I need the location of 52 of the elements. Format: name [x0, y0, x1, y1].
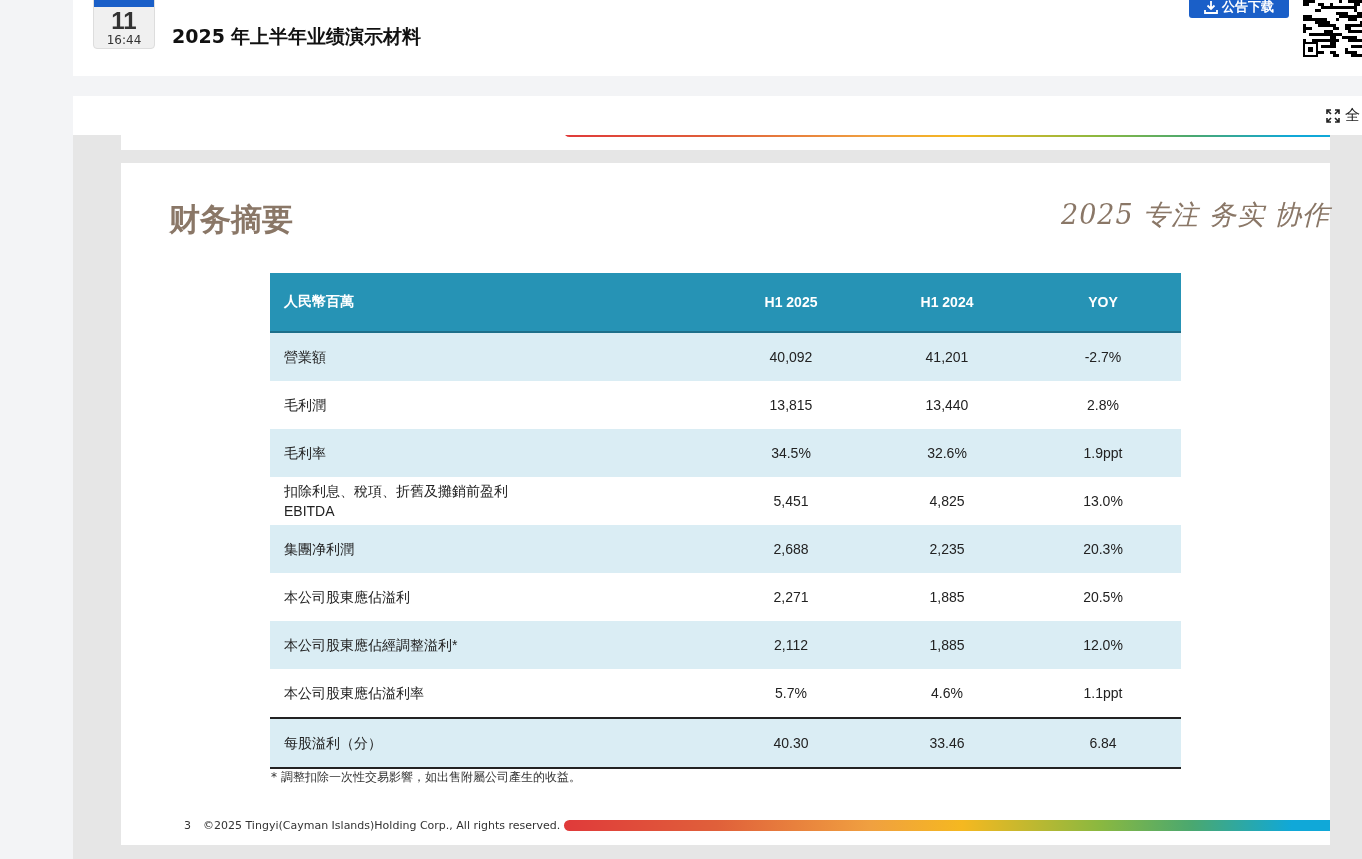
table-cell: 毛利潤: [270, 381, 713, 429]
table-cell: 41,201: [869, 332, 1025, 381]
table-cell: 33.46: [869, 718, 1025, 768]
table-cell: 營業額: [270, 332, 713, 381]
table-cell: 12.0%: [1025, 621, 1181, 669]
table-cell: 6.84: [1025, 718, 1181, 768]
column-header: H1 2024: [869, 273, 1025, 332]
table-cell: 32.6%: [869, 429, 1025, 477]
copyright-text: ©2025 Tingyi(Cayman Islands)Holding Corp., All rights reserved.: [203, 819, 562, 832]
table-cell: 2,688: [713, 525, 869, 573]
table-cell: 1,885: [869, 573, 1025, 621]
table-cell: 本公司股東應佔溢利: [270, 573, 713, 621]
table-cell: 2,235: [869, 525, 1025, 573]
footnote: * 調整扣除一次性交易影響，如出售附屬公司產生的收益。: [271, 769, 581, 786]
date-day: 11: [111, 9, 137, 33]
table-cell: 13,815: [713, 381, 869, 429]
table-cell: 扣除利息、稅項、折舊及攤銷前盈利 EBITDA: [270, 477, 713, 525]
announcement-title: 2025 年上半年业绩演示材料: [172, 24, 422, 49]
slide-title: 财务摘要: [169, 200, 293, 239]
table-cell: 2,112: [713, 621, 869, 669]
fullscreen-button[interactable]: 全: [1326, 106, 1360, 125]
table-cell: 2,271: [713, 573, 869, 621]
table-cell: 本公司股東應佔經調整溢利*: [270, 621, 713, 669]
table-cell: 40,092: [713, 332, 869, 381]
slogan: 2025 专注 务实 协作: [1061, 198, 1331, 232]
table-cell: 13.0%: [1025, 477, 1181, 525]
table-cell: 5,451: [713, 477, 869, 525]
table-cell: 20.3%: [1025, 525, 1181, 573]
table-cell: 1.1ppt: [1025, 669, 1181, 718]
table-cell: 毛利率: [270, 429, 713, 477]
table-cell: 34.5%: [713, 429, 869, 477]
table-cell: 2.8%: [1025, 381, 1181, 429]
column-header: 人民幣百萬: [270, 273, 713, 332]
table-cell: 4,825: [869, 477, 1025, 525]
date-time: 16:44: [106, 33, 142, 47]
download-icon: [1204, 0, 1218, 14]
download-button[interactable]: 公告下载: [1189, 0, 1289, 18]
column-header: YOY: [1025, 273, 1181, 332]
table-cell: 集團净利潤: [270, 525, 713, 573]
table-cell: 1,885: [869, 621, 1025, 669]
page-number: 3: [183, 819, 192, 832]
table-cell: -2.7%: [1025, 332, 1181, 381]
table-cell: 4.6%: [869, 669, 1025, 718]
table-cell: 本公司股東應佔溢利率: [270, 669, 713, 718]
column-header: H1 2025: [713, 273, 869, 332]
table-cell: 每股溢利（分）: [270, 718, 713, 768]
table-cell: 1.9ppt: [1025, 429, 1181, 477]
table-cell: 5.7%: [713, 669, 869, 718]
fullscreen-icon: [1326, 108, 1340, 123]
table-cell: 13,440: [869, 381, 1025, 429]
table-cell: 20.5%: [1025, 573, 1181, 621]
table-cell: 40.30: [713, 718, 869, 768]
